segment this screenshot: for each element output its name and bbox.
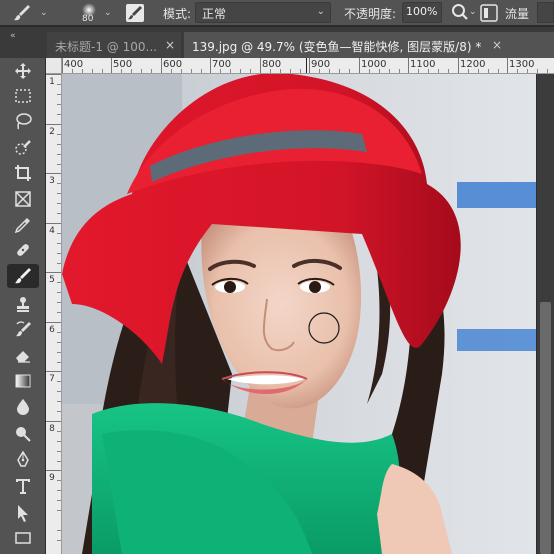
search-icon[interactable] bbox=[451, 3, 469, 21]
horizontal-ruler[interactable]: 400 500 600 700 800 900 1000 1100 1200 1… bbox=[62, 58, 554, 74]
ruler-label: 800 bbox=[262, 59, 282, 70]
document-canvas[interactable] bbox=[62, 74, 536, 554]
ruler-label: 9 bbox=[49, 473, 55, 483]
ruler-label: 3 bbox=[49, 176, 55, 186]
ruler-label: 400 bbox=[64, 59, 84, 70]
brush-icon[interactable] bbox=[12, 3, 32, 23]
marquee-tool-icon[interactable] bbox=[13, 86, 33, 106]
frame-tool-icon[interactable] bbox=[13, 189, 33, 209]
move-tool-icon[interactable] bbox=[13, 61, 33, 81]
opacity-input[interactable]: 100% bbox=[402, 2, 442, 23]
ruler-label: 1100 bbox=[410, 59, 436, 70]
document-tabs: « 未标题-1 @ 100... × 139.jpg @ 49.7% (变色鱼—… bbox=[0, 27, 554, 58]
tab-label: 139.jpg @ 49.7% (变色鱼—智能快修, 图层蒙版/8) * bbox=[192, 40, 482, 54]
tab-untitled-1[interactable]: 未标题-1 @ 100... × bbox=[47, 32, 181, 58]
vertical-ruler[interactable]: 1 2 3 4 5 6 7 8 9 bbox=[46, 74, 62, 554]
ruler-label: 900 bbox=[311, 59, 331, 70]
history-brush-tool-icon[interactable] bbox=[13, 320, 33, 340]
quick-selection-tool-icon[interactable] bbox=[13, 138, 33, 158]
ruler-label: 7 bbox=[49, 374, 55, 384]
dodge-tool-icon[interactable] bbox=[13, 424, 33, 444]
ruler-label: 700 bbox=[212, 59, 232, 70]
close-icon[interactable]: × bbox=[492, 38, 502, 52]
opacity-value: 100% bbox=[406, 5, 438, 18]
eyedropper-tool-icon[interactable] bbox=[13, 215, 33, 235]
chevron-down-icon[interactable]: ⌄ bbox=[469, 7, 477, 17]
flow-input[interactable] bbox=[537, 2, 554, 23]
flow-label: 流量 bbox=[505, 7, 530, 21]
tools-panel bbox=[0, 58, 46, 554]
mode-value: 正常 bbox=[202, 7, 227, 21]
ruler-label: 1 bbox=[49, 77, 55, 87]
close-icon[interactable]: × bbox=[165, 38, 175, 52]
brush-size-caret-icon[interactable]: ⌄ bbox=[104, 8, 112, 18]
lasso-tool-icon[interactable] bbox=[13, 111, 33, 131]
brush-tool-icon[interactable] bbox=[7, 264, 39, 288]
ruler-label: 1200 bbox=[460, 59, 486, 70]
ruler-label: 4 bbox=[49, 226, 55, 236]
opacity-label: 不透明度: bbox=[344, 7, 397, 21]
ruler-label: 500 bbox=[113, 59, 133, 70]
type-tool-icon[interactable] bbox=[13, 476, 33, 496]
eraser-tool-icon[interactable] bbox=[13, 345, 33, 365]
options-bar: ⌄ 80 ⌄ 模式: 正常 ⌄ 不透明度: 100% ⌄ 流量 bbox=[0, 0, 554, 26]
ruler-origin[interactable] bbox=[46, 58, 62, 74]
gradient-tool-icon[interactable] bbox=[13, 371, 33, 391]
tab-label: 未标题-1 @ 100... bbox=[55, 40, 157, 54]
pen-tool-icon[interactable] bbox=[13, 450, 33, 470]
ruler-label: 600 bbox=[163, 59, 183, 70]
brush-size-value: 80 bbox=[82, 14, 94, 24]
ruler-label: 8 bbox=[49, 424, 55, 434]
ruler-label: 5 bbox=[49, 275, 55, 285]
pressure-opacity-icon[interactable] bbox=[480, 4, 498, 22]
cursor-position-marker bbox=[306, 58, 307, 73]
ruler-label: 1000 bbox=[361, 59, 387, 70]
tool-preset-caret-icon[interactable]: ⌄ bbox=[40, 8, 48, 18]
vertical-scrollbar[interactable] bbox=[536, 74, 554, 554]
collapse-panel-icon[interactable]: « bbox=[10, 31, 16, 41]
ruler-label: 2 bbox=[49, 127, 55, 137]
scrollbar-thumb[interactable] bbox=[540, 302, 551, 554]
rectangle-tool-icon[interactable] bbox=[13, 528, 33, 548]
ruler-label: 6 bbox=[49, 325, 55, 335]
photo-image bbox=[62, 74, 536, 554]
blur-tool-icon[interactable] bbox=[13, 397, 33, 417]
mode-select[interactable]: 正常 ⌄ bbox=[195, 2, 331, 23]
mode-label: 模式: bbox=[163, 7, 192, 21]
ruler-label: 1300 bbox=[509, 59, 535, 70]
tab-139-jpg[interactable]: 139.jpg @ 49.7% (变色鱼—智能快修, 图层蒙版/8) * × bbox=[184, 32, 554, 58]
clone-stamp-tool-icon[interactable] bbox=[13, 294, 33, 314]
chevron-down-icon: ⌄ bbox=[316, 6, 325, 17]
healing-brush-tool-icon[interactable] bbox=[13, 240, 33, 260]
brush-settings-icon[interactable] bbox=[125, 3, 145, 23]
crop-tool-icon[interactable] bbox=[13, 163, 33, 183]
path-selection-tool-icon[interactable] bbox=[13, 503, 33, 523]
